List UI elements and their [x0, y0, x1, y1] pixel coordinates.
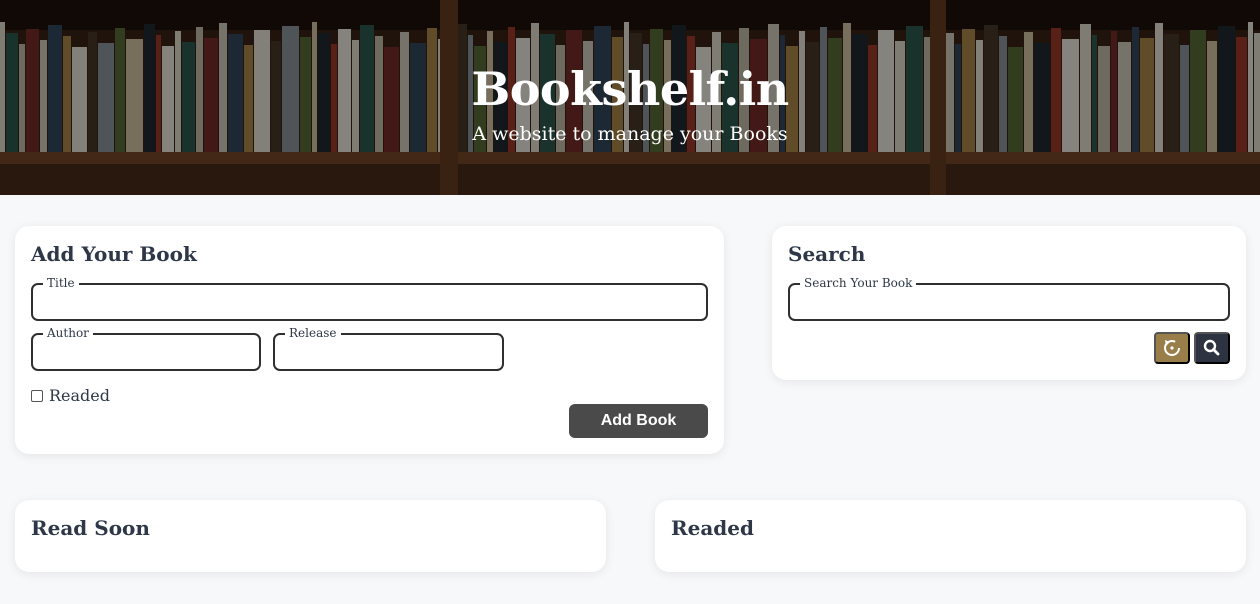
add-book-button[interactable]: Add Book [569, 404, 708, 438]
release-input[interactable] [283, 341, 494, 363]
search-field-label: Search Your Book [800, 276, 917, 290]
release-field-label: Release [285, 326, 341, 340]
add-book-heading: Add Your Book [31, 242, 197, 266]
read-soon-card: Read Soon [15, 500, 606, 572]
read-soon-heading: Read Soon [31, 516, 150, 540]
author-field[interactable]: Author [31, 326, 261, 371]
reset-search-button[interactable] [1154, 332, 1190, 364]
author-field-label: Author [43, 326, 93, 340]
readed-heading: Readed [671, 516, 754, 540]
release-field[interactable]: Release [273, 326, 504, 371]
search-field[interactable]: Search Your Book [788, 276, 1230, 321]
search-button[interactable] [1194, 332, 1230, 364]
site-subtitle: A website to manage your Books [472, 123, 788, 145]
readed-card: Readed [655, 500, 1246, 572]
magnifier-icon [1203, 339, 1220, 356]
hero-banner: Bookshelf.in A website to manage your Bo… [0, 0, 1260, 195]
readed-checkbox[interactable] [31, 389, 43, 402]
readed-checkbox-label: Readed [49, 386, 111, 405]
readed-checkbox-row[interactable]: Readed [31, 386, 110, 405]
search-heading: Search [788, 242, 866, 266]
site-title: Bookshelf.in [471, 62, 789, 116]
search-input[interactable] [798, 291, 1220, 313]
search-card: Search Search Your Book [772, 226, 1246, 380]
title-field[interactable]: Title [31, 276, 708, 321]
reset-icon [1164, 340, 1180, 356]
title-field-label: Title [43, 276, 79, 290]
add-book-card: Add Your Book Title Author Release Reade… [15, 226, 724, 454]
author-input[interactable] [41, 341, 251, 363]
title-input[interactable] [41, 291, 698, 313]
